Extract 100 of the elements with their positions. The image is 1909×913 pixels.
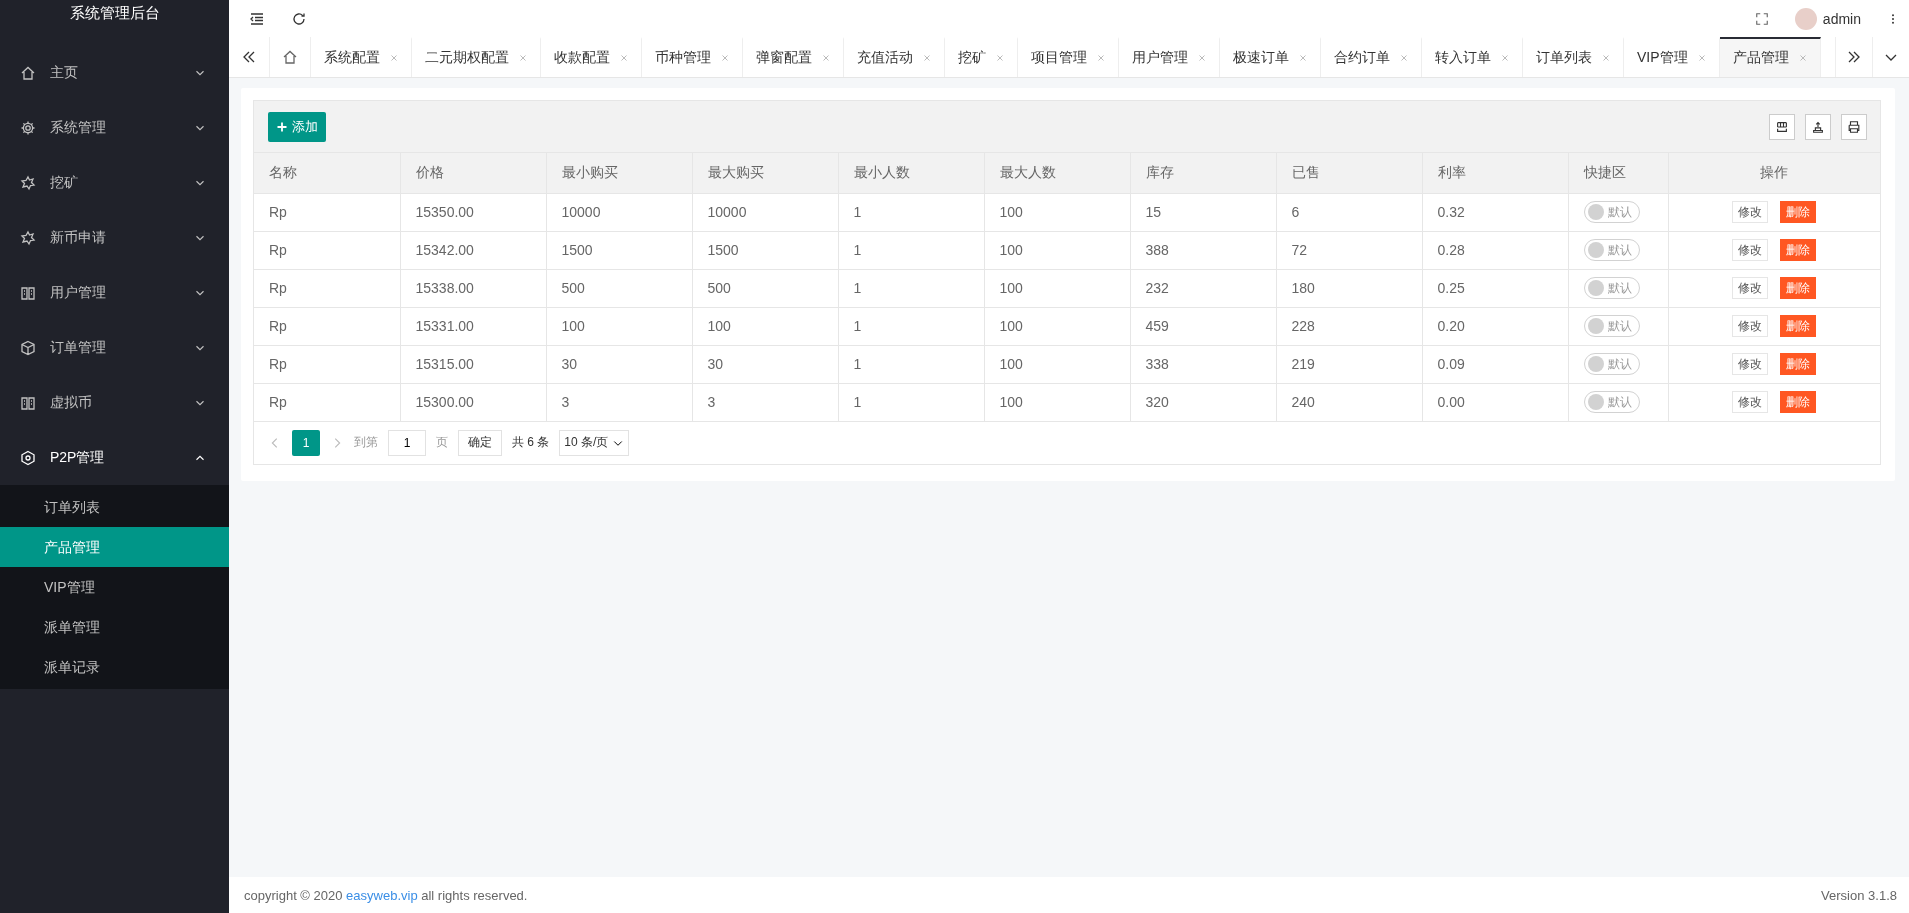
export-button[interactable] xyxy=(1805,113,1831,140)
close-icon[interactable] xyxy=(1797,53,1808,63)
close-icon[interactable] xyxy=(821,53,831,63)
sidebar-item[interactable]: 新币申请 xyxy=(0,210,229,265)
columns-button[interactable] xyxy=(1769,113,1795,140)
close-icon[interactable] xyxy=(518,53,528,63)
table-cell: 15 xyxy=(1130,193,1276,231)
submenu-item[interactable]: VIP管理 xyxy=(0,567,229,607)
table-cell: 240 xyxy=(1276,383,1422,421)
tab[interactable]: 弹窗配置 xyxy=(743,37,844,77)
table-cell: 15342.00 xyxy=(400,231,546,269)
edit-button[interactable]: 修改 xyxy=(1732,239,1769,261)
table-cell: 30 xyxy=(692,345,838,383)
table-cell: 1 xyxy=(838,383,984,421)
close-icon[interactable] xyxy=(1601,53,1611,63)
submenu-item[interactable]: 订单列表 xyxy=(0,487,229,527)
edit-button[interactable]: 修改 xyxy=(1732,277,1769,299)
column-header: 最大购买 xyxy=(692,153,838,193)
table-cell: 388 xyxy=(1130,231,1276,269)
table-cell: Rp xyxy=(254,193,400,231)
table-cell: 1 xyxy=(838,231,984,269)
submenu-item[interactable]: 派单记录 xyxy=(0,647,229,687)
column-header: 操作 xyxy=(1668,153,1880,193)
page-size-select[interactable]: 10 条/页 xyxy=(559,429,630,456)
sidebar-item[interactable]: P2P管理 xyxy=(0,430,229,485)
tab[interactable]: 币种管理 xyxy=(642,37,743,77)
table-cell: 219 xyxy=(1276,345,1422,383)
menu-fold-icon[interactable] xyxy=(249,10,265,27)
page-input[interactable]: 1 xyxy=(388,429,426,456)
home-icon[interactable] xyxy=(282,49,298,65)
tab[interactable]: 充值活动 xyxy=(844,37,945,77)
tab[interactable]: 挖矿 xyxy=(945,37,1018,77)
table-cell: 100 xyxy=(984,231,1130,269)
close-icon[interactable] xyxy=(1096,53,1106,63)
table-cell: 320 xyxy=(1130,383,1276,421)
sidebar-item[interactable]: 虚拟币 xyxy=(0,375,229,430)
footer-link[interactable]: easyweb.vip xyxy=(346,887,418,903)
submenu-item[interactable]: 派单管理 xyxy=(0,607,229,647)
tab[interactable]: 产品管理 xyxy=(1719,37,1821,77)
close-icon[interactable] xyxy=(1298,53,1308,63)
sidebar-item[interactable]: 挖矿 xyxy=(0,155,229,210)
table-cell: 100 xyxy=(984,307,1130,345)
column-header: 利率 xyxy=(1422,153,1568,193)
user-name[interactable]: admin xyxy=(1822,10,1861,27)
double-chevron-left-icon[interactable] xyxy=(241,49,257,65)
burst-icon xyxy=(20,174,36,191)
close-icon[interactable] xyxy=(922,53,932,63)
close-icon[interactable] xyxy=(619,53,629,63)
tab[interactable]: 合约订单 xyxy=(1321,37,1422,77)
close-icon[interactable] xyxy=(1500,53,1510,63)
tab[interactable]: VIP管理 xyxy=(1624,37,1720,77)
edit-button[interactable]: 修改 xyxy=(1732,391,1769,413)
print-button[interactable] xyxy=(1841,113,1867,140)
sidebar-item[interactable]: 主页 xyxy=(0,45,229,100)
tab[interactable]: 用户管理 xyxy=(1119,37,1220,77)
table-cell: 1500 xyxy=(692,231,838,269)
tab[interactable]: 极速订单 xyxy=(1220,37,1321,77)
table-cell: 10000 xyxy=(546,193,692,231)
table-cell: 1500 xyxy=(546,231,692,269)
tab[interactable]: 项目管理 xyxy=(1018,37,1119,77)
tab[interactable]: 转入订单 xyxy=(1422,37,1523,77)
table-cell: 1 xyxy=(838,269,984,307)
table-cell: 0.25 xyxy=(1422,269,1568,307)
close-icon[interactable] xyxy=(995,53,1005,63)
tab[interactable]: 订单列表 xyxy=(1523,37,1624,77)
table-cell: 100 xyxy=(692,307,838,345)
refresh-icon[interactable] xyxy=(291,10,307,27)
tab[interactable]: 系统配置 xyxy=(311,37,412,77)
table-cell: 100 xyxy=(984,383,1130,421)
close-icon[interactable] xyxy=(1399,53,1409,63)
table-cell: 0.00 xyxy=(1422,383,1568,421)
column-header: 最大人数 xyxy=(984,153,1130,193)
sidebar-item[interactable]: 用户管理 xyxy=(0,265,229,320)
column-header: 名称 xyxy=(254,153,400,193)
sidebar-title: 系统管理后台 xyxy=(68,2,161,23)
double-chevron-right-icon[interactable] xyxy=(1846,49,1862,65)
gear-icon xyxy=(20,119,36,136)
edit-button[interactable]: 修改 xyxy=(1732,315,1769,337)
avatar[interactable] xyxy=(1794,7,1817,30)
add-button[interactable]: 添加 xyxy=(268,111,326,142)
page-number[interactable]: 1 xyxy=(292,429,320,456)
column-header: 价格 xyxy=(400,153,546,193)
column-header: 库存 xyxy=(1130,153,1276,193)
table-cell: 228 xyxy=(1276,307,1422,345)
home-icon xyxy=(20,64,36,81)
close-icon[interactable] xyxy=(720,53,730,63)
sidebar-item[interactable]: 订单管理 xyxy=(0,320,229,375)
edit-button[interactable]: 修改 xyxy=(1732,353,1769,375)
tab[interactable]: 二元期权配置 xyxy=(412,37,541,77)
confirm-button[interactable]: 确定 xyxy=(458,429,502,456)
tab[interactable]: 收款配置 xyxy=(541,37,642,77)
total-count: 共 6 条 xyxy=(512,434,550,451)
close-icon[interactable] xyxy=(1696,53,1707,63)
submenu-item[interactable]: 产品管理 xyxy=(0,527,229,567)
close-icon[interactable] xyxy=(389,53,399,63)
sidebar-item[interactable]: 系统管理 xyxy=(0,100,229,155)
fullscreen-icon[interactable] xyxy=(1754,11,1769,26)
book-icon xyxy=(20,394,36,411)
edit-button[interactable]: 修改 xyxy=(1732,201,1769,223)
close-icon[interactable] xyxy=(1197,53,1207,63)
